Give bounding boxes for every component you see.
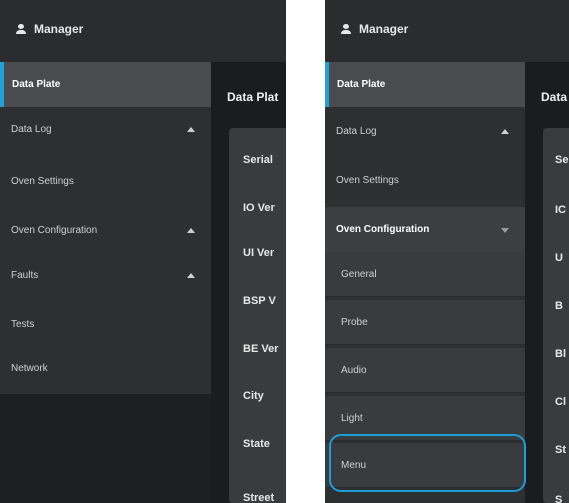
data-plate-card: Se IC U B Bl Cl St S xyxy=(543,128,569,503)
info-row-label: B xyxy=(555,300,563,312)
data-plate-card: Serial IO Ver UI Ver BSP V BE Ver City S… xyxy=(229,128,286,503)
info-row-label: S xyxy=(555,494,563,503)
left-screenshot: Manager Data Plate Data Log Oven Setting… xyxy=(0,0,286,503)
sidebar-item-label: Oven Settings xyxy=(11,176,74,187)
person-icon xyxy=(341,24,351,34)
top-bar: Manager xyxy=(0,0,286,62)
info-row-label: Cl xyxy=(555,396,566,408)
chevron-up-icon xyxy=(187,227,195,233)
sidebar-item-network[interactable]: Network xyxy=(0,346,211,391)
sidebar-item-label: Probe xyxy=(341,316,368,328)
info-row-label: St xyxy=(555,444,566,456)
chevron-up-icon xyxy=(187,272,195,278)
sidebar-item-faults[interactable]: Faults xyxy=(0,253,211,298)
right-screenshot: Manager Data Plate Data Log Oven Setting… xyxy=(325,0,569,503)
sidebar: Data Plate Data Log Oven Settings Oven C… xyxy=(0,62,211,394)
sidebar-subitem-general[interactable]: General xyxy=(325,252,525,297)
sidebar-item-label: Data Plate xyxy=(12,79,61,90)
chevron-down-icon xyxy=(501,227,509,233)
content-area: Data Se IC U B Bl Cl St S xyxy=(525,62,569,503)
info-row-label: BSP V xyxy=(243,295,276,307)
sidebar-item-label: Oven Configuration xyxy=(11,225,98,236)
user-menu[interactable]: Manager xyxy=(341,22,408,36)
info-row-label: Se xyxy=(555,154,569,166)
sidebar-item-data-log[interactable]: Data Log xyxy=(0,107,211,152)
sidebar-item-label: General xyxy=(341,268,377,280)
info-row-label: U xyxy=(555,252,563,264)
info-row-label: IC xyxy=(555,204,566,216)
sidebar-item-data-plate[interactable]: Data Plate xyxy=(325,62,525,107)
page-title: Data xyxy=(541,90,568,104)
user-menu[interactable]: Manager xyxy=(16,22,83,36)
info-row-label: Serial xyxy=(243,154,273,166)
sidebar-item-label: Network xyxy=(11,363,48,374)
info-row-label: UI Ver xyxy=(243,247,275,259)
sidebar-item-oven-settings[interactable]: Oven Settings xyxy=(325,158,525,203)
sidebar-subitem-probe[interactable]: Probe xyxy=(325,300,525,345)
info-row-label: BE Ver xyxy=(243,343,279,355)
info-row-label: State xyxy=(243,438,270,450)
sidebar-item-label: Faults xyxy=(11,270,39,281)
content-area: Data Plat Serial IO Ver UI Ver BSP V BE … xyxy=(211,62,286,503)
person-icon xyxy=(16,24,26,34)
user-label: Manager xyxy=(34,22,84,36)
menu-highlight-outline xyxy=(329,434,526,492)
top-bar: Manager xyxy=(325,0,569,62)
sidebar-item-data-log[interactable]: Data Log xyxy=(325,109,525,154)
sidebar-item-oven-settings[interactable]: Oven Settings xyxy=(0,159,211,204)
chevron-up-icon xyxy=(501,128,509,134)
chevron-up-icon xyxy=(187,126,195,132)
sidebar-item-oven-configuration[interactable]: Oven Configuration xyxy=(325,207,525,252)
sidebar-item-label: Data Plate xyxy=(337,79,386,90)
sidebar-subitem-audio[interactable]: Audio xyxy=(325,348,525,393)
sidebar-item-label: Data Log xyxy=(336,126,377,137)
sidebar-item-label: Oven Configuration xyxy=(336,224,430,235)
sidebar-item-label: Data Log xyxy=(11,124,52,135)
sidebar-item-data-plate[interactable]: Data Plate xyxy=(0,62,211,107)
info-row-label: City xyxy=(243,390,264,402)
user-label: Manager xyxy=(359,22,409,36)
sidebar-item-label: Oven Settings xyxy=(336,175,399,186)
sidebar-item-label: Light xyxy=(341,412,363,424)
sidebar-item-label: Tests xyxy=(11,319,35,330)
sidebar-item-oven-configuration[interactable]: Oven Configuration xyxy=(0,208,211,253)
sidebar-item-label: Audio xyxy=(341,364,367,376)
sidebar-item-tests[interactable]: Tests xyxy=(0,302,211,347)
info-row-label: Street xyxy=(243,492,275,503)
page-title: Data Plat xyxy=(227,90,279,104)
info-row-label: IO Ver xyxy=(243,202,275,214)
info-row-label: Bl xyxy=(555,348,566,360)
